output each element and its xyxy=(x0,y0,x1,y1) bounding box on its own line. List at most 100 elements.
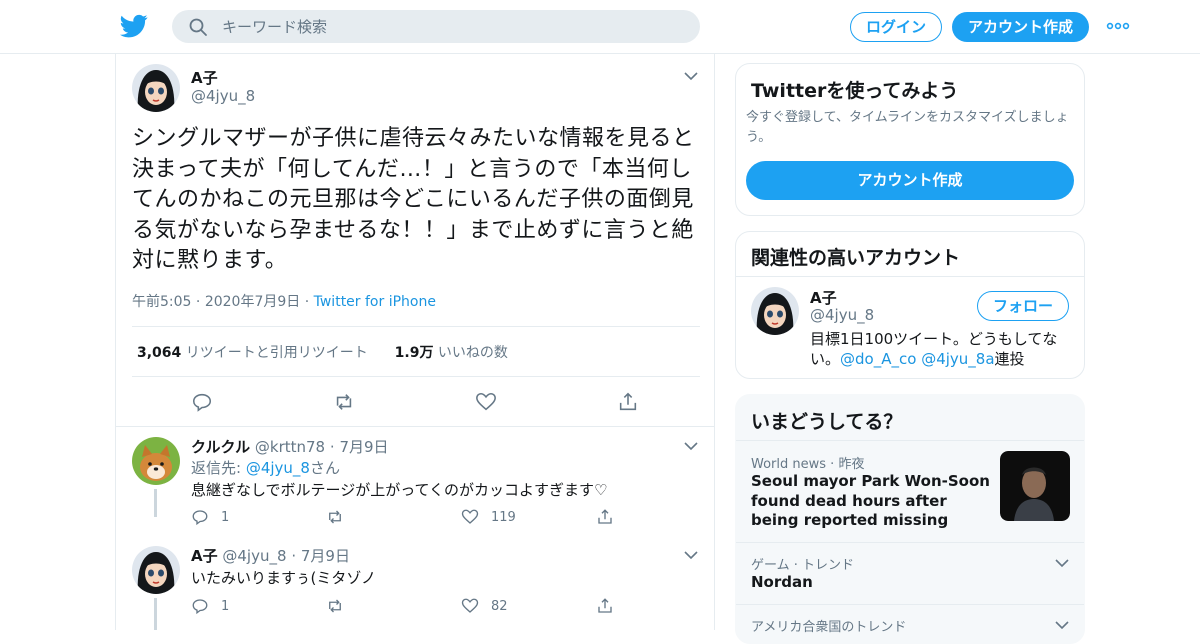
reply-author-handle[interactable]: @4jyu_8 xyxy=(222,547,286,565)
search-icon xyxy=(189,18,207,36)
signup-button[interactable]: アカウント作成 xyxy=(952,12,1089,42)
avatar[interactable] xyxy=(751,287,799,335)
avatar[interactable] xyxy=(132,437,180,485)
like-button[interactable]: 82 xyxy=(461,596,508,616)
signup-card-title: Twitterを使ってみよう xyxy=(751,80,959,102)
search-input[interactable] xyxy=(222,10,682,43)
twitter-bird-icon[interactable] xyxy=(120,12,148,40)
search-box[interactable] xyxy=(172,10,700,43)
author-name[interactable]: A子 xyxy=(191,67,218,88)
tweet-stats: 3,064 リツイートと引用リツイート 1.9万 いいねの数 xyxy=(137,342,508,362)
reply-to-prefix: 返信先: xyxy=(191,459,246,477)
share-icon[interactable] xyxy=(617,391,639,413)
trends-title: いまどうしてる？ xyxy=(751,411,903,433)
retweet-button[interactable] xyxy=(326,507,356,527)
share-button[interactable] xyxy=(596,507,626,527)
top-bar: ログイン アカウント作成 xyxy=(0,0,1200,54)
related-handle[interactable]: @4jyu_8 xyxy=(810,306,874,324)
trend-category: World news · 昨夜 xyxy=(751,457,865,472)
bio-mention-link[interactable]: @do_A_co xyxy=(840,350,916,368)
tweet-source-link[interactable]: Twitter for iPhone xyxy=(314,294,436,310)
reply-icon xyxy=(192,599,208,615)
reply-text: 息継ぎなしでボルテージが上がってくのがカッコよすぎます♡ xyxy=(191,481,608,499)
reply-to: 返信先: @4jyu_8さん xyxy=(191,457,340,478)
related-bio: 目標1日100ツイート。どうもしてない。@do_A_co @4jyu_8a連投 xyxy=(810,329,1060,369)
retweet-count: 3,064 xyxy=(137,345,182,361)
reply-to-handle-link[interactable]: @4jyu_8 xyxy=(246,459,310,477)
like-count-label: いいねの数 xyxy=(437,345,508,361)
reply-tweet[interactable]: クルクル @krttn78 · 7月9日 返信先: @4jyu_8さん 息継ぎな… xyxy=(116,427,714,517)
like-button[interactable]: 119 xyxy=(461,507,516,527)
retweet-button[interactable] xyxy=(326,596,356,616)
like-count: 119 xyxy=(491,509,516,525)
retweet-count-link[interactable]: 3,064 リツイートと引用リツイート xyxy=(137,345,372,361)
follow-button[interactable]: フォロー xyxy=(977,291,1069,321)
more-icon[interactable] xyxy=(1106,16,1130,36)
reply-date[interactable]: 7月9日 xyxy=(301,547,350,565)
trend-item[interactable]: World news · 昨夜 Seoul mayor Park Won-Soo… xyxy=(736,440,1084,542)
avatar[interactable] xyxy=(132,546,180,594)
like-heart-icon[interactable] xyxy=(475,391,497,413)
trend-time: 昨夜 xyxy=(838,457,865,472)
share-button[interactable] xyxy=(596,596,626,616)
avatar-anime-girl-icon xyxy=(132,546,180,594)
divider xyxy=(132,376,700,377)
author-handle[interactable]: @4jyu_8 xyxy=(191,87,255,105)
avatar-anime-girl-icon xyxy=(751,287,799,335)
trends-card: いまどうしてる？ World news · 昨夜 Seoul mayor Par… xyxy=(735,394,1085,644)
chevron-down-icon[interactable] xyxy=(1054,617,1070,633)
signup-card: Twitterを使ってみよう 今すぐ登録して、タイムラインをカスタマイズしましょ… xyxy=(735,63,1085,216)
news-photo-thumbnail xyxy=(1000,451,1070,521)
reply-icon xyxy=(192,510,208,526)
reply-button[interactable]: 1 xyxy=(191,596,229,616)
reply-count: 1 xyxy=(221,598,230,614)
login-button[interactable]: ログイン xyxy=(850,12,942,42)
retweet-count-label: リツイートと引用リツイート xyxy=(185,345,368,361)
trend-item[interactable]: アメリカ合衆国のトレンド xyxy=(736,604,1084,643)
thread-line xyxy=(154,598,157,630)
trend-category: アメリカ合衆国のトレンド xyxy=(751,620,907,635)
reply-button[interactable]: 1 xyxy=(191,507,229,527)
retweet-icon[interactable] xyxy=(333,391,355,413)
tweet-date[interactable]: 2020年7月9日 xyxy=(205,294,300,310)
thread-line xyxy=(154,489,157,517)
divider xyxy=(132,326,700,327)
chevron-down-icon[interactable] xyxy=(683,547,699,563)
trend-item[interactable]: ゲーム · トレンド Nordan xyxy=(736,542,1084,604)
bio-mention-link[interactable]: @4jyu_8a xyxy=(921,350,994,368)
reply-text: いたみいりますぅ(ミタゾノ xyxy=(191,569,376,587)
related-title: 関連性の高いアカウント xyxy=(751,247,961,269)
reply-count: 1 xyxy=(221,509,230,525)
reply-header: クルクル @krttn78 · 7月9日 xyxy=(191,438,389,456)
reply-header: A子 @4jyu_8 · 7月9日 xyxy=(191,547,350,565)
main-column: A子 @4jyu_8 シングルマザーが子供に虐待云々みたいな情報を見ると決まって… xyxy=(115,54,715,630)
reply-date[interactable]: 7月9日 xyxy=(339,438,388,456)
chevron-down-icon[interactable] xyxy=(1054,555,1070,571)
reply-author-name[interactable]: A子 xyxy=(191,547,218,565)
related-name[interactable]: A子 xyxy=(810,287,837,308)
related-accounts-card: 関連性の高いアカウント A子 @4jyu_8 フォロー 目標1日100ツイート。… xyxy=(735,231,1085,379)
reply-to-suffix: さん xyxy=(309,459,340,477)
like-count: 82 xyxy=(491,598,508,614)
avatar[interactable] xyxy=(132,64,180,112)
chevron-down-icon[interactable] xyxy=(683,68,699,84)
tweet-text: シングルマザーが子供に虐待云々みたいな情報を見ると決まって夫が「何してんだ…！」… xyxy=(132,126,695,273)
tweet-time[interactable]: 午前5:05 xyxy=(132,294,191,310)
avatar-anime-girl-icon xyxy=(132,64,180,112)
trend-headline: Nordan xyxy=(751,573,813,591)
signup-card-button[interactable]: アカウント作成 xyxy=(746,161,1074,200)
divider xyxy=(736,276,1084,277)
like-count-link[interactable]: 1.9万 いいねの数 xyxy=(395,345,508,361)
retweet-icon xyxy=(329,510,341,524)
related-bio-suffix: 連投 xyxy=(994,350,1025,368)
share-icon xyxy=(598,598,612,613)
tweet-meta: 午前5:05 · 2020年7月9日 · Twitter for iPhone xyxy=(132,294,436,310)
chevron-down-icon[interactable] xyxy=(683,438,699,454)
share-icon xyxy=(598,509,612,524)
reply-author-handle[interactable]: @krttn78 xyxy=(255,438,325,456)
like-heart-icon xyxy=(461,509,479,524)
reply-icon[interactable] xyxy=(191,391,213,413)
like-heart-icon xyxy=(461,598,479,613)
trend-headline: Seoul mayor Park Won-Soon found dead hou… xyxy=(751,472,990,529)
reply-author-name[interactable]: クルクル xyxy=(191,438,250,456)
